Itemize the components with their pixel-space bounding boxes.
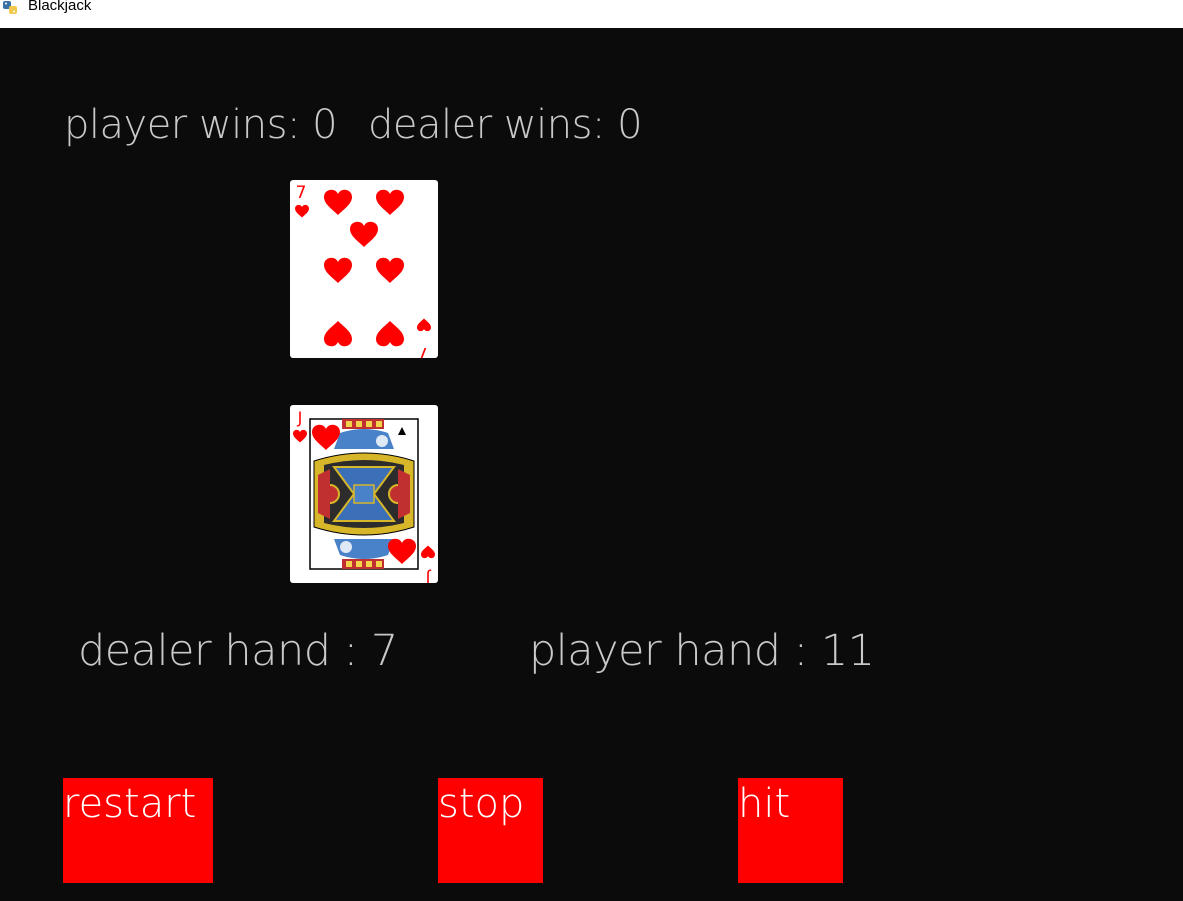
- stop-button[interactable]: stop: [438, 778, 543, 883]
- restart-button[interactable]: restart: [63, 778, 213, 883]
- dealer-card-seven-of-hearts: 7 7: [290, 180, 438, 358]
- dealer-wins-label: dealer wins: 0: [368, 102, 643, 148]
- dealer-hand-label: dealer hand : 7: [78, 626, 398, 676]
- card-rank: J: [297, 408, 303, 427]
- card-rank-inverted: 7: [419, 343, 430, 358]
- game-area: player wins: 0 dealer wins: 0 7 7 J J de…: [0, 28, 1183, 901]
- player-card-jack-of-hearts: J J: [290, 405, 438, 583]
- window-title: Blackjack: [28, 0, 92, 14]
- hit-button[interactable]: hit: [738, 778, 843, 883]
- app-window: Blackjack player wins: 0 dealer wins: 0 …: [0, 0, 1183, 901]
- card-rank: 7: [296, 183, 307, 203]
- card-rank-inverted: J: [426, 569, 432, 583]
- player-hand-label: player hand : 11: [529, 626, 875, 676]
- title-bar: Blackjack: [0, 0, 1183, 28]
- player-wins-label: player wins: 0: [64, 102, 338, 148]
- python-icon: [2, 0, 20, 14]
